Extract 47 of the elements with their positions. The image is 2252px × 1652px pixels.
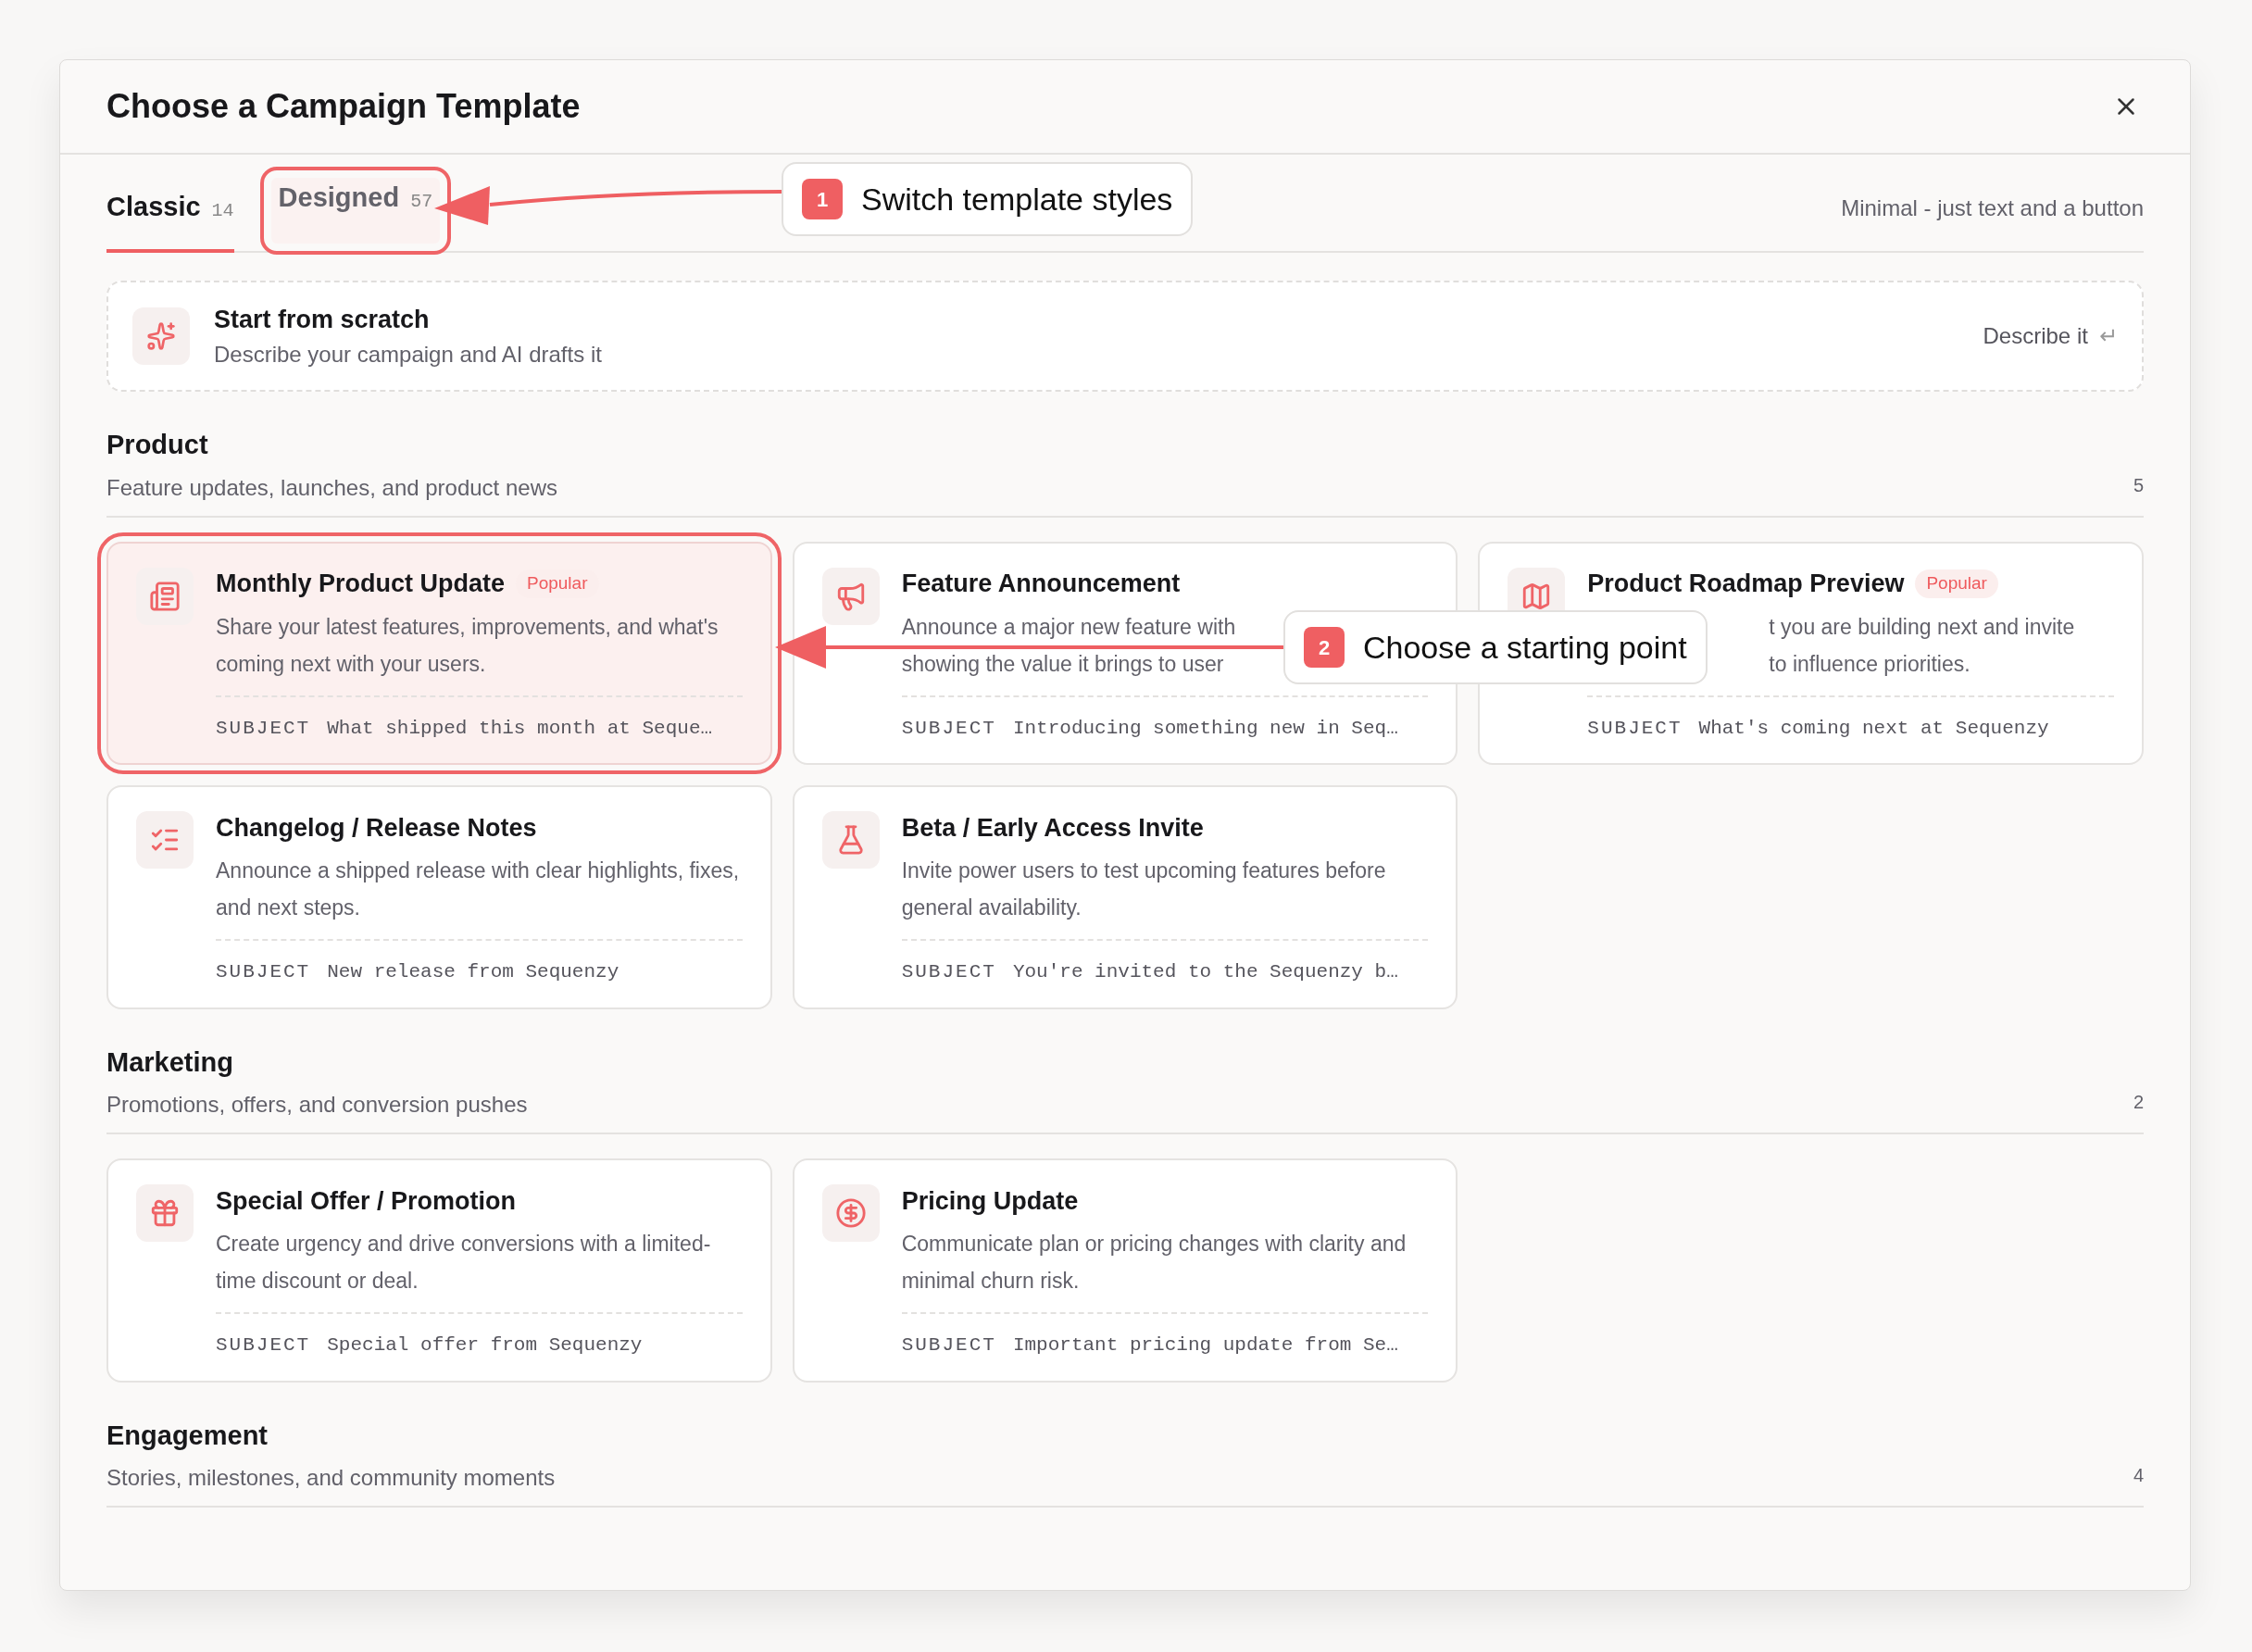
subject-line: Special offer from Sequenzy: [327, 1333, 643, 1358]
card-title: Changelog / Release Notes: [216, 812, 537, 844]
subject-label: SUBJECT: [216, 1333, 311, 1358]
subject-line: Important pricing update from Se…: [1012, 1333, 1398, 1358]
subject-label: SUBJECT: [216, 716, 311, 741]
card-description: Create urgency and drive conversions with a limited-time discount or deal.: [216, 1231, 712, 1295]
subject-label: SUBJECT: [216, 960, 311, 984]
card-title: Product Roadmap Preview: [1587, 569, 1905, 600]
scratch-title: Start from scratch: [214, 304, 431, 335]
subject-line: What's coming next at Sequenzy: [1698, 716, 2049, 741]
card-description: Announce a major new feature with: [901, 613, 1236, 641]
section-count: 2: [2133, 1091, 2144, 1114]
dialog-title: Choose a Campaign Template: [106, 86, 581, 127]
section-title: Product: [106, 429, 209, 461]
tab-hint: Minimal - just text and a button: [1841, 194, 2144, 222]
section-description: Promotions, offers, and conversion pushes: [106, 1091, 528, 1119]
card-description: Communicate plan or pricing changes with clarity and minimal churn risk.: [901, 1231, 1408, 1295]
subject-line: New release from Sequenzy: [327, 960, 619, 984]
subject-line: Introducing something new in Seq…: [1012, 716, 1398, 741]
subject-line: You're invited to the Sequenzy b…: [1012, 960, 1398, 984]
card-description: showing the value it brings to user: [901, 650, 1224, 678]
subject-label: SUBJECT: [901, 1333, 996, 1358]
callout-text: Switch template styles: [861, 180, 1173, 219]
card-description: Announce a shipped release with clear highlights, fixes, and next steps.: [216, 857, 741, 921]
subject-line: What shipped this month at Seque…: [327, 716, 713, 741]
section-title: Marketing: [106, 1045, 234, 1079]
section-count: 5: [2133, 473, 2144, 497]
step-number: 2: [1304, 627, 1345, 668]
card-title: Feature Announcement: [901, 569, 1181, 600]
step-number: 1: [802, 179, 843, 219]
section-description: Stories, milestones, and community moments: [106, 1464, 556, 1492]
card-description: t you are building next and invite: [1769, 613, 2075, 641]
card-title: Beta / Early Access Invite: [901, 812, 1204, 844]
card-title: Special Offer / Promotion: [216, 1185, 517, 1217]
section-count: 4: [2133, 1464, 2144, 1487]
section-title: Engagement: [106, 1419, 269, 1452]
subject-label: SUBJECT: [1587, 716, 1683, 741]
section-description: Feature updates, launches, and product news: [106, 473, 557, 502]
subject-label: SUBJECT: [901, 716, 996, 741]
popular-badge: Popular: [1915, 569, 1998, 598]
card-title: Pricing Update: [901, 1185, 1079, 1217]
card-description: Share your latest features, improvements, and what's coming next with your users.: [216, 613, 719, 678]
card-title: Monthly Product Update: [216, 569, 505, 600]
subject-label: SUBJECT: [901, 960, 996, 984]
scratch-description: Describe your campaign and AI drafts it: [214, 341, 603, 369]
card-description: to influence priorities.: [1769, 650, 1970, 678]
card-description: Invite power users to test upcoming features before general availability.: [901, 857, 1387, 921]
